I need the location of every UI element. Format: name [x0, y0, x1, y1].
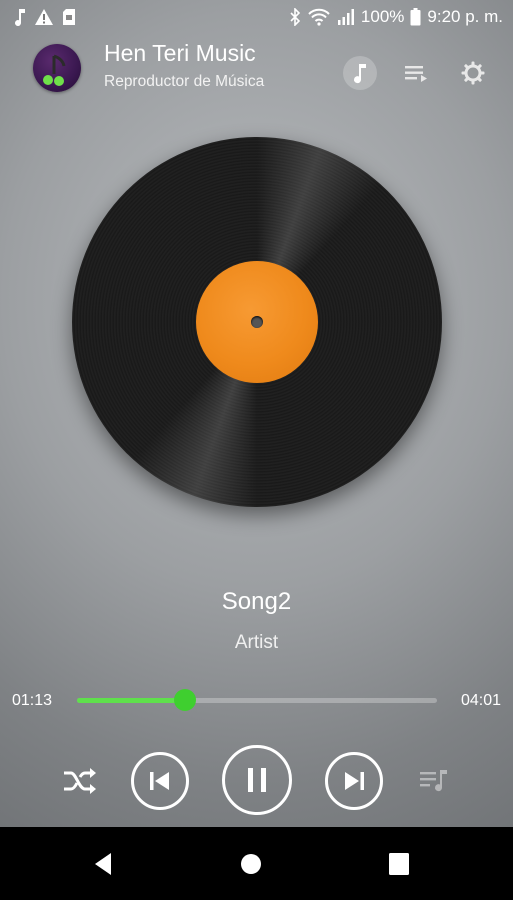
app-title: Hen Teri Music: [104, 40, 256, 66]
warning-icon: [35, 9, 53, 25]
status-right: 100% 9:20 p. m.: [289, 7, 503, 27]
settings-button[interactable]: [456, 56, 490, 90]
status-bar: 100% 9:20 p. m.: [0, 0, 513, 36]
status-left-icons: [14, 8, 76, 26]
back-triangle-icon: [95, 853, 111, 875]
vinyl-spindle-hole: [251, 316, 263, 328]
vinyl-record-artwork: [72, 137, 442, 507]
bluetooth-icon: [290, 8, 301, 26]
previous-button[interactable]: [131, 752, 189, 810]
seek-bar-thumb[interactable]: [174, 689, 196, 711]
system-navigation-bar: [0, 827, 513, 900]
recents-square-icon: [389, 853, 409, 875]
playlist-button[interactable]: [418, 766, 452, 796]
pause-icon: [248, 768, 266, 792]
now-playing-button[interactable]: [343, 56, 377, 90]
battery-icon: [410, 8, 421, 26]
seek-bar[interactable]: [77, 689, 437, 711]
app-subtitle: Reproductor de Música: [104, 73, 265, 90]
sd-card-icon: [63, 9, 75, 25]
current-time: 01:13: [12, 692, 53, 709]
vinyl-label: [196, 261, 318, 383]
wifi-icon: [308, 8, 330, 26]
app-header: Hen Teri Music Reproductor de Música: [0, 36, 513, 102]
playlist-icon: [420, 770, 447, 792]
gear-icon: [461, 61, 485, 85]
nav-recents-button[interactable]: [386, 851, 412, 877]
music-note-icon: [354, 64, 366, 84]
app-logo-music-icon: [43, 54, 66, 86]
home-circle-icon: [241, 854, 261, 874]
app-logo: [33, 44, 81, 92]
battery-percentage: 100%: [360, 7, 405, 26]
song-title: Song2: [221, 588, 292, 615]
nav-home-button[interactable]: [238, 851, 264, 877]
status-time: 9:20 p. m.: [427, 7, 503, 26]
song-artist: Artist: [234, 632, 279, 653]
queue-icon: [405, 66, 427, 82]
play-pause-button[interactable]: [222, 745, 292, 815]
total-time: 04:01: [460, 692, 501, 709]
next-button[interactable]: [325, 752, 383, 810]
music-note-status-icon: [15, 9, 25, 26]
nav-back-button[interactable]: [90, 851, 116, 877]
shuffle-icon: [64, 768, 96, 794]
shuffle-button[interactable]: [60, 763, 100, 799]
skip-next-icon: [345, 772, 364, 790]
seek-bar-progress: [77, 698, 185, 703]
signal-icon: [337, 9, 354, 25]
queue-button[interactable]: [400, 56, 434, 90]
skip-previous-icon: [150, 772, 169, 790]
